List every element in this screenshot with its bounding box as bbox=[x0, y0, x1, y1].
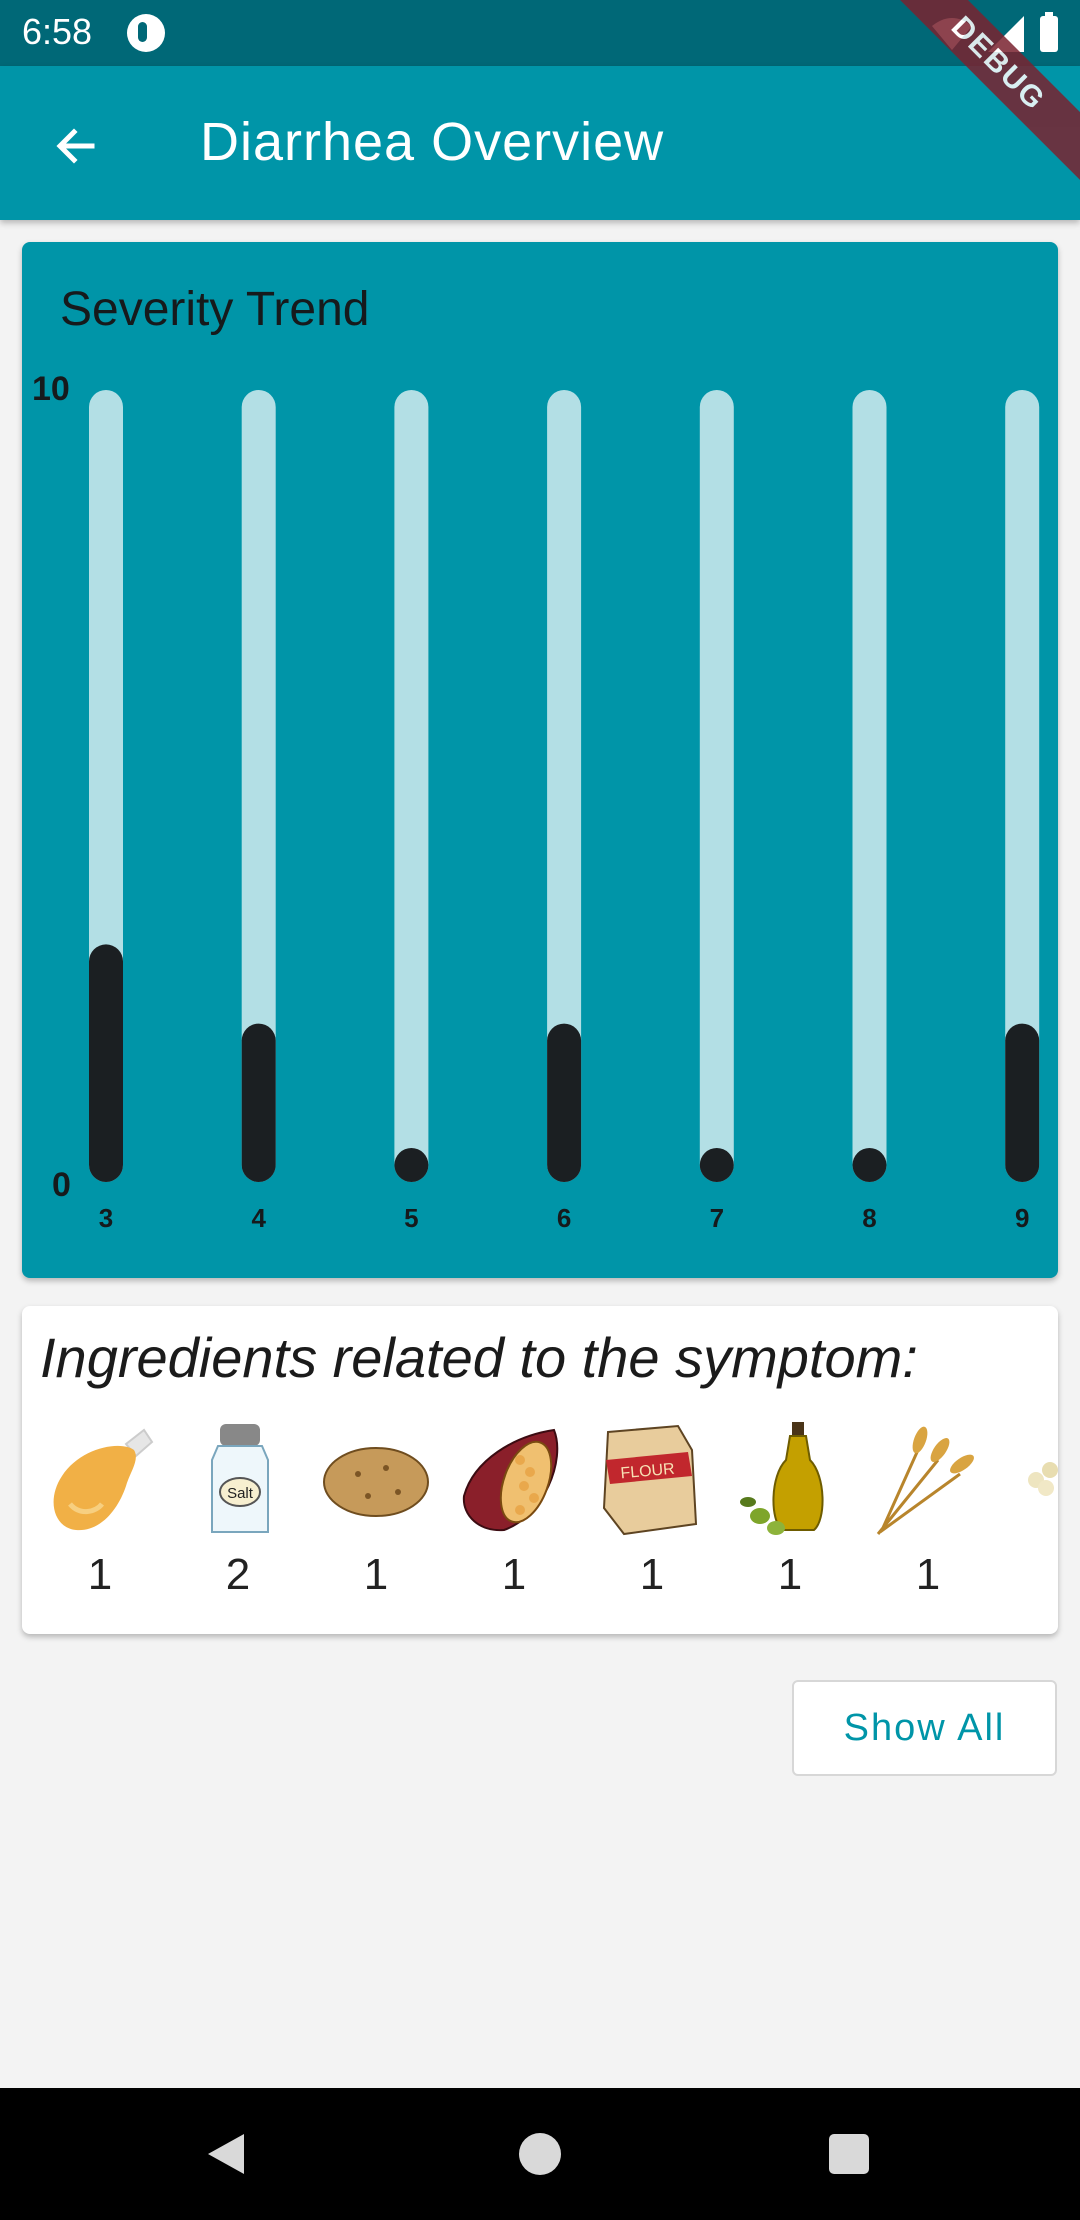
ingredient-item-partial[interactable] bbox=[1006, 1420, 1058, 1610]
ingredient-item[interactable]: Salt 2 bbox=[178, 1420, 298, 1610]
page-title: Diarrhea Overview bbox=[200, 112, 665, 172]
ingredient-item[interactable]: 1 bbox=[316, 1420, 436, 1610]
bar-track bbox=[852, 390, 887, 1182]
bar-track bbox=[394, 390, 429, 1182]
ingredient-count: 1 bbox=[777, 1550, 803, 1599]
bar-value bbox=[547, 1023, 582, 1182]
bar-value bbox=[89, 944, 123, 1182]
arrow-left-icon bbox=[56, 128, 95, 164]
potato-icon bbox=[323, 1447, 429, 1517]
status-time: 6:58 bbox=[22, 11, 93, 52]
ingredient-count: 2 bbox=[225, 1550, 251, 1599]
x-tick-label: 4 bbox=[251, 1203, 266, 1233]
wheat-icon bbox=[876, 1426, 974, 1535]
cocoa-pod-icon bbox=[462, 1428, 559, 1532]
ingredient-count: 1 bbox=[363, 1550, 389, 1599]
olive-oil-icon bbox=[740, 1422, 824, 1535]
system-nav-bar bbox=[0, 2088, 1080, 2220]
nav-back-icon[interactable] bbox=[204, 2132, 248, 2176]
salt-label: Salt bbox=[227, 1485, 254, 1502]
x-tick-label: 3 bbox=[99, 1203, 113, 1233]
ingredient-item[interactable]: 1 bbox=[730, 1420, 850, 1610]
nav-recents-icon[interactable] bbox=[829, 2134, 869, 2174]
app-notification-icon bbox=[127, 14, 165, 52]
nav-home-icon[interactable] bbox=[519, 2133, 561, 2175]
ingredients-heading: Ingredients related to the symptom: bbox=[40, 1326, 918, 1389]
x-tick-label: 6 bbox=[557, 1203, 571, 1233]
bar-value bbox=[1005, 1023, 1040, 1182]
partial-ingredient-icon bbox=[1028, 1462, 1058, 1496]
ingredient-count: 1 bbox=[915, 1550, 941, 1599]
x-tick-label: 9 bbox=[1015, 1203, 1029, 1233]
bar-value bbox=[241, 1023, 276, 1182]
ingredient-item[interactable]: 1 bbox=[40, 1420, 160, 1610]
bar-value bbox=[852, 1148, 887, 1182]
ingredient-item[interactable]: 1 bbox=[868, 1420, 988, 1610]
severity-trend-card: Severity Trend 10 0 3456789 bbox=[22, 242, 1058, 1278]
app-bar: Diarrhea Overview bbox=[0, 66, 1080, 220]
ingredient-count: 1 bbox=[639, 1550, 665, 1599]
bar-value bbox=[394, 1148, 429, 1182]
back-button[interactable] bbox=[36, 106, 116, 186]
severity-chart: 3 4 5 6 7 8 9 bbox=[89, 390, 1040, 1233]
flour-bag-icon: FLOUR bbox=[602, 1424, 698, 1536]
bar-track bbox=[699, 390, 734, 1182]
bar-value bbox=[699, 1148, 734, 1182]
x-tick-label: 5 bbox=[404, 1203, 418, 1233]
ingredients-card: Ingredients related to the symptom: 1 Sa… bbox=[22, 1306, 1058, 1634]
ingredient-item[interactable]: 1 bbox=[454, 1420, 574, 1610]
salt-shaker-icon: Salt bbox=[211, 1424, 269, 1533]
ingredient-count: 1 bbox=[87, 1550, 113, 1599]
x-tick-label: 7 bbox=[710, 1203, 724, 1233]
x-tick-label: 8 bbox=[862, 1203, 876, 1233]
ingredient-item[interactable]: FLOUR 1 bbox=[592, 1420, 712, 1610]
show-all-button[interactable]: Show All bbox=[792, 1680, 1057, 1776]
battery-icon bbox=[1040, 12, 1058, 52]
ingredient-count: 1 bbox=[501, 1550, 527, 1599]
chicken-leg-icon bbox=[53, 1428, 154, 1531]
